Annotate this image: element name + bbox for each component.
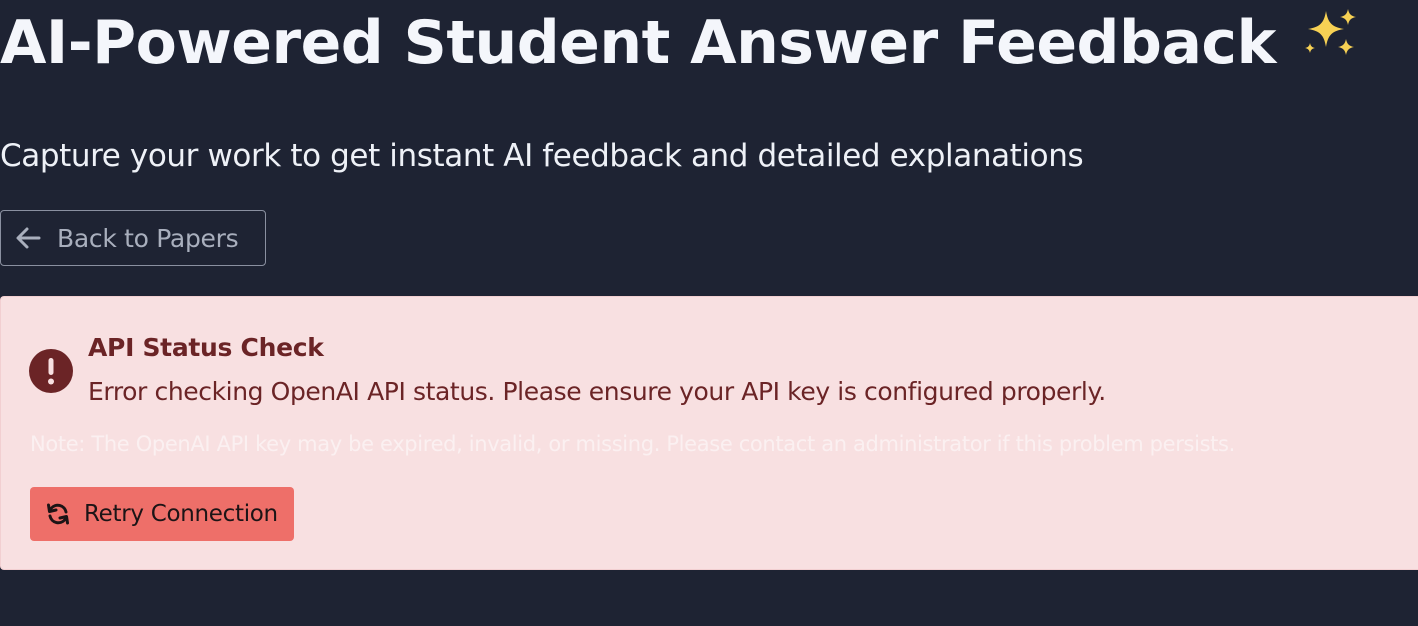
retry-connection-button[interactable]: Retry Connection [30,487,294,541]
page-title: AI-Powered Student Answer Feedback [0,6,1360,80]
exclamation-circle-icon [29,349,73,393]
sparkles-icon [1302,2,1360,76]
retry-button-label: Retry Connection [84,501,278,527]
alert-note: Note: The OpenAI API key may be expired,… [30,432,1235,456]
alert-title: API Status Check [88,333,324,362]
back-to-papers-button[interactable]: Back to Papers [0,210,266,266]
page-subtitle: Capture your work to get instant AI feed… [0,138,1084,174]
page-title-text: AI-Powered Student Answer Feedback [0,8,1276,78]
api-status-alert: API Status Check Error checking OpenAI A… [0,296,1418,570]
refresh-icon [46,502,70,526]
back-button-label: Back to Papers [57,223,239,253]
alert-message: Error checking OpenAI API status. Please… [88,377,1106,406]
arrow-left-icon [15,226,41,250]
